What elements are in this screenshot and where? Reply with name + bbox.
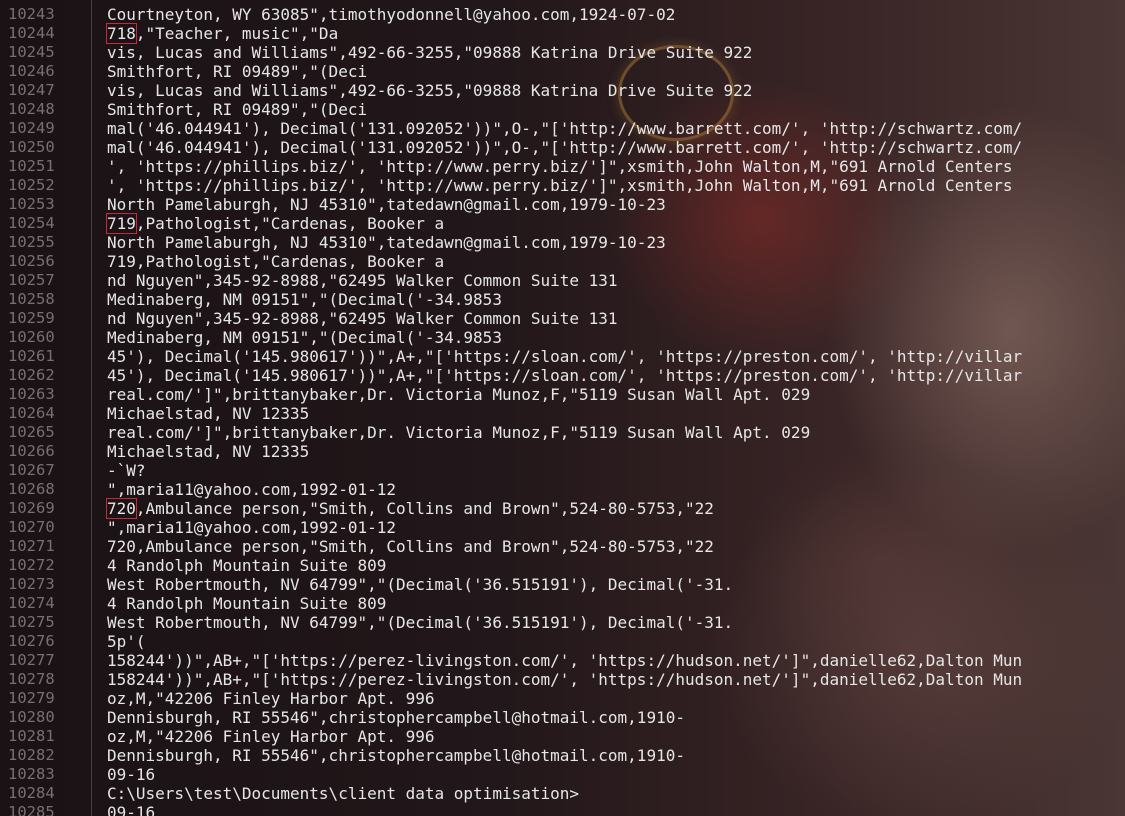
line-text: oz,M,"42206 Finley Harbor Apt. 996 (107, 689, 435, 708)
line-number: 10280 (8, 708, 55, 726)
line-number: 10281 (8, 727, 55, 745)
gutter-divider (91, 0, 92, 816)
line-text: C:\Users\test\Documents\client data opti… (107, 784, 580, 803)
line-text: vis, Lucas and Williams",492-66-3255,"09… (107, 43, 753, 62)
line-number: 10248 (8, 100, 55, 118)
line-number: 10266 (8, 442, 55, 460)
line-text: nd Nguyen",345-92-8988,"62495 Walker Com… (107, 271, 618, 290)
line-text: ', 'https://phillips.biz/', 'http://www.… (107, 176, 1013, 195)
line-number: 10263 (8, 385, 55, 403)
line-text: oz,M,"42206 Finley Harbor Apt. 996 (107, 727, 435, 746)
line-number: 10268 (8, 480, 55, 498)
line-text: Smithfort, RI 09489","(Deci (107, 100, 368, 119)
line-text: West Robertmouth, NV 64799","(Decimal('3… (107, 613, 734, 632)
line-number: 10265 (8, 423, 55, 441)
line-text: 45'), Decimal('145.980617'))",A+,"['http… (107, 347, 1023, 366)
line-number: 10274 (8, 594, 55, 612)
line-number: 10272 (8, 556, 55, 574)
line-text: nd Nguyen",345-92-8988,"62495 Walker Com… (107, 309, 618, 328)
line-text: 720,Ambulance person,"Smith, Collins and… (107, 537, 714, 556)
line-text: 09-16 (107, 765, 156, 784)
line-number: 10283 (8, 765, 55, 783)
line-number: 10254 (8, 214, 55, 232)
line-number: 10267 (8, 461, 55, 479)
line-number: 10257 (8, 271, 55, 289)
line-text: Medinaberg, NM 09151","(Decimal('-34.985… (107, 328, 502, 347)
line-number: 10278 (8, 670, 55, 688)
line-text: vis, Lucas and Williams",492-66-3255,"09… (107, 81, 753, 100)
line-number: 10244 (8, 24, 55, 42)
line-text: North Pamelaburgh, NJ 45310",tatedawn@gm… (107, 233, 666, 252)
line-number: 10245 (8, 43, 55, 61)
line-number: 10249 (8, 119, 55, 137)
line-text: Michaelstad, NV 12335 (107, 442, 310, 461)
line-number: 10256 (8, 252, 55, 270)
line-number: 10262 (8, 366, 55, 384)
search-match-highlight: 720 (106, 498, 137, 519)
line-number: 10275 (8, 613, 55, 631)
line-text: ",maria11@yahoo.com,1992-01-12 (107, 480, 396, 499)
line-text: 720,Ambulance person,"Smith, Collins and… (106, 498, 714, 519)
line-text: -`W? (107, 461, 146, 480)
terminal-window[interactable]: 10243 Courtneyton, WY 63085",timothyodonn… (0, 0, 1125, 816)
line-text: Dennisburgh, RI 55546",christophercampbe… (107, 708, 685, 727)
line-text: real.com/']",brittanybaker,Dr. Victoria … (107, 423, 811, 442)
line-number: 10247 (8, 81, 55, 99)
line-text: 5p'( (107, 632, 146, 651)
line-text: 719,Pathologist,"Cardenas, Booker a (106, 213, 445, 234)
line-text: West Robertmouth, NV 64799","(Decimal('3… (107, 575, 734, 594)
line-text: mal('46.044941'), Decimal('131.092052'))… (107, 119, 1023, 138)
line-text: 158244'))",AB+,"['https://perez-livingst… (107, 651, 1023, 670)
line-text: 45'), Decimal('145.980617'))",A+,"['http… (107, 366, 1023, 385)
line-text: North Pamelaburgh, NJ 45310",tatedawn@gm… (107, 195, 666, 214)
line-number: 10277 (8, 651, 55, 669)
line-number: 10261 (8, 347, 55, 365)
line-number: 10258 (8, 290, 55, 308)
line-number: 10243 (8, 5, 55, 23)
line-text: Dennisburgh, RI 55546",christophercampbe… (107, 746, 685, 765)
line-number: 10264 (8, 404, 55, 422)
line-text: Michaelstad, NV 12335 (107, 404, 310, 423)
line-number: 10284 (8, 784, 55, 802)
line-number: 10250 (8, 138, 55, 156)
line-text: ', 'https://phillips.biz/', 'http://www.… (107, 157, 1013, 176)
line-number: 10271 (8, 537, 55, 555)
line-text: 719,Pathologist,"Cardenas, Booker a (107, 252, 445, 271)
line-text: 4 Randolph Mountain Suite 809 (107, 594, 387, 613)
line-text: 718,"Teacher, music","Da (106, 23, 339, 44)
line-text: ",maria11@yahoo.com,1992-01-12 (107, 518, 396, 537)
line-text: mal('46.044941'), Decimal('131.092052'))… (107, 138, 1023, 157)
line-number: 10276 (8, 632, 55, 650)
search-match-highlight: 719 (106, 213, 137, 234)
line-text: Medinaberg, NM 09151","(Decimal('-34.985… (107, 290, 502, 309)
line-number: 10273 (8, 575, 55, 593)
line-text: 09-16 (107, 803, 156, 816)
line-number: 10253 (8, 195, 55, 213)
line-number: 10285 (8, 803, 55, 816)
line-number: 10282 (8, 746, 55, 764)
line-text: 158244'))",AB+,"['https://perez-livingst… (107, 670, 1023, 689)
line-number: 10251 (8, 157, 55, 175)
line-number: 10260 (8, 328, 55, 346)
line-number: 10270 (8, 518, 55, 536)
search-match-highlight: 718 (106, 23, 137, 44)
line-number: 10252 (8, 176, 55, 194)
line-text: real.com/']",brittanybaker,Dr. Victoria … (107, 385, 811, 404)
line-text: Courtneyton, WY 63085",timothyodonnell@y… (107, 5, 676, 24)
line-number: 10255 (8, 233, 55, 251)
line-number: 10246 (8, 62, 55, 80)
line-text: 4 Randolph Mountain Suite 809 (107, 556, 387, 575)
line-number: 10259 (8, 309, 55, 327)
line-number: 10269 (8, 499, 55, 517)
line-number: 10279 (8, 689, 55, 707)
line-text: Smithfort, RI 09489","(Deci (107, 62, 368, 81)
